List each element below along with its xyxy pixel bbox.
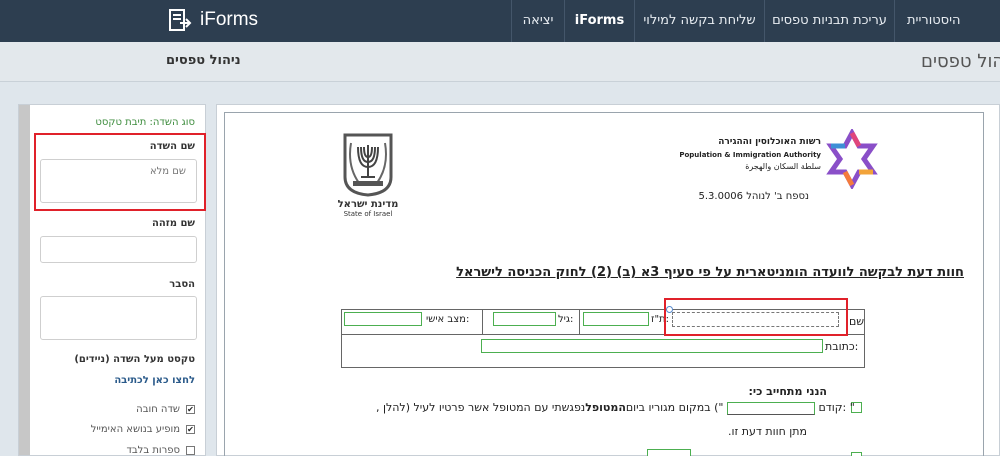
identifier-input[interactable] [40,236,197,263]
partial-field[interactable] [647,449,691,456]
checkbox-checked[interactable]: ✔ [186,405,195,414]
form-canvas: מדינת ישראל State of Israel רשות האוכלוס… [216,104,1000,456]
form-heading: חוות דעת לבקשה לוועדה הומניטארית על פי ס… [456,265,964,280]
explanation-input[interactable] [40,296,197,340]
address-label: כתובת: [825,340,859,353]
name-label: שם [849,315,865,328]
digits-only-checkbox[interactable]: ספרות בלבד [126,445,195,456]
click-to-write-link[interactable]: לחצו כאן לכתיבה [114,375,195,386]
identifier-label: שם מזהה [151,218,195,229]
iforms-logo[interactable]: iForms [168,8,258,32]
nav-edit-templates[interactable]: עריכת תבניות טפסים [764,0,894,42]
state-emblem: מדינת ישראל State of Israel [325,131,411,227]
nav-form-history[interactable]: היסטוריית טפסים [894,0,1000,70]
explanation-label: הסבר [169,279,195,290]
menorah-emblem-icon [343,133,393,197]
age-label: גיל: [558,314,574,325]
table-left-border [341,309,342,368]
marital-status-label: מצב אישי: [426,314,470,325]
next-checkbox[interactable] [851,452,862,456]
digits-only-label: ספרות בלבד [126,445,180,456]
highlight-field-name [34,133,206,211]
authority-logo: רשות האוכלוסין וההגירה Population & Immi… [575,129,925,215]
nav-send-request[interactable]: שליחת בקשה למילוי [634,0,764,42]
meeting-date-field[interactable] [726,401,815,415]
table-divider [579,309,580,334]
marital-status-field[interactable] [344,312,422,326]
checkbox-unchecked[interactable] [186,446,195,455]
panel-scrollbar[interactable] [19,105,30,455]
field-type-label: סוג השדה: תיבת טקסט [95,117,195,128]
commitment-line-2: מתן חוות דעת זו. [727,425,807,438]
appendix-label: נספח ב' לנוהל 5.3.0006 [698,191,810,202]
table-right-border [864,309,865,368]
email-subject-checkbox[interactable]: ✔ מופיע בנושא האימייל [91,424,195,435]
commitment-heading: הנני מתחייב כי: [748,385,827,398]
authority-star-icon [826,129,878,189]
email-subject-label: מופיע בנושא האימייל [90,424,180,435]
address-field[interactable] [481,339,823,353]
table-bottom-border [341,367,865,368]
section-title: ניהול טפסים [166,53,241,68]
authority-name-he: רשות האוכלוסין וההגירה [718,137,821,147]
highlight-name-field [664,298,848,336]
commitment-line-1: , קודם ") במקום מגוריו ביוםהמטופלנפגשתי … [376,401,855,415]
page-title: הול טפסים [921,51,1000,72]
commitment-text-b: המטופל [585,401,626,414]
checkbox-checked[interactable]: ✔ [186,425,195,434]
state-name-en: State of Israel [343,210,393,218]
authority-name-en: Population & Immigration Authority [679,151,821,159]
commitment-text-c: ") במקום מגוריו ביום [625,401,724,414]
top-navbar: iForms יציאה iForms שליחת בקשה למילוי ער… [0,0,1000,70]
text-above-label: טקסט מעל השדה (ניידים) [74,354,195,365]
logo-text: iForms [200,9,259,30]
state-name-he: מדינת ישראל [337,199,399,210]
authority-name-ar: سلطة السكان والهجرة [745,162,821,171]
sub-header: ניהול טפסים הול טפסים [0,42,1000,82]
document-export-icon [169,9,192,31]
age-field[interactable] [493,312,556,326]
nav-iforms[interactable]: iForms [564,0,634,42]
required-field-checkbox[interactable]: ✔ שדה חובה [136,404,195,415]
required-field-label: שדה חובה [136,404,180,415]
table-divider [482,309,483,334]
nav-logout[interactable]: יציאה [511,0,564,42]
id-number-field[interactable] [583,312,649,326]
